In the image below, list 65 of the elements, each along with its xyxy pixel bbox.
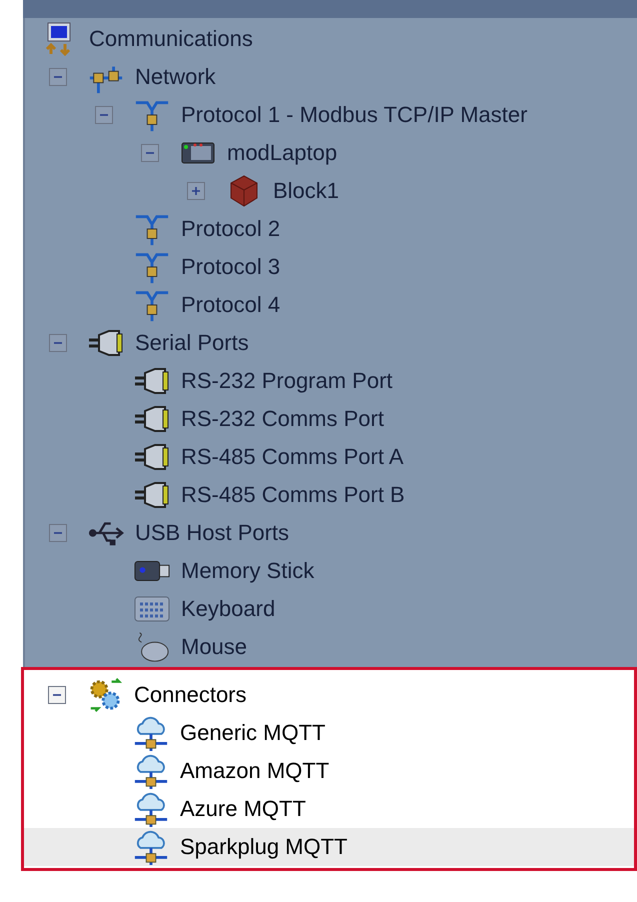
tree-item-label: Protocol 2 [181,215,280,243]
tree-item-label: modLaptop [227,139,338,167]
collapse-toggle[interactable] [49,334,67,352]
cube-icon [228,174,260,208]
cloud-network-icon [133,752,169,790]
collapse-toggle[interactable] [141,144,159,162]
tree-item-label: Memory Stick [181,557,314,585]
tree-row[interactable]: Protocol 3 [25,248,637,286]
tree-item-label: Protocol 4 [181,291,280,319]
tree-item-label: Sparkplug MQTT [180,833,348,861]
tree-row[interactable]: Protocol 1 - Modbus TCP/IP Master [25,96,637,134]
tree-row[interactable]: Protocol 4 [25,286,637,324]
tree-row[interactable]: Protocol 2 [25,210,637,248]
tree-item-label: RS-232 Program Port [181,367,393,395]
plus-icon [191,186,201,196]
tree-row[interactable]: Mouse [25,628,637,666]
usb-stick-icon [134,558,170,584]
serial-plug-icon [88,328,124,358]
tree-item-label: Protocol 3 [181,253,280,281]
tree-row[interactable]: Keyboard [25,590,637,628]
tree-row[interactable]: Connectors [24,676,634,714]
collapse-toggle[interactable] [48,686,66,704]
tree-row[interactable]: Memory Stick [25,552,637,590]
tree-item-label: Generic MQTT [180,719,326,747]
tree-row[interactable]: USB Host Ports [25,514,637,552]
tree-row[interactable]: RS-485 Comms Port A [25,438,637,476]
tree-row[interactable]: Network [25,58,637,96]
tree-item-label: Protocol 1 - Modbus TCP/IP Master [181,101,528,129]
cloud-network-icon [133,828,169,866]
tree-row[interactable]: Block1 [25,172,637,210]
tree-item-label: RS-232 Comms Port [181,405,384,433]
tree-row[interactable]: modLaptop [25,134,637,172]
tree-row[interactable]: Communications [25,20,637,58]
tree-item-label: RS-485 Comms Port A [181,443,404,471]
tree-item-label: Azure MQTT [180,795,306,823]
serial-plug-icon [134,442,170,472]
tree-item-label: Amazon MQTT [180,757,330,785]
tree-item-label: Network [135,63,216,91]
tree-row[interactable]: Azure MQTT [24,790,634,828]
tree-item-label: Communications [89,25,253,53]
collapse-toggle[interactable] [95,106,113,124]
tree-item-label: Connectors [134,681,247,709]
tree-row[interactable]: Serial Ports [25,324,637,362]
tree-row[interactable]: RS-232 Program Port [25,362,637,400]
keyboard-icon [134,595,170,623]
tree-item-label: Serial Ports [135,329,249,357]
cloud-network-icon [133,714,169,752]
tree-row[interactable]: Amazon MQTT [24,752,634,790]
tree-item-label: Keyboard [181,595,276,623]
tree-item-label: Block1 [273,177,340,205]
tree-row[interactable]: RS-485 Comms Port B [25,476,637,514]
collapse-toggle[interactable] [49,524,67,542]
tree-item-label: USB Host Ports [135,519,290,547]
tree-item-label: RS-485 Comms Port B [181,481,405,509]
selected-tree-row[interactable]: Sparkplug MQTT [24,828,634,866]
serial-plug-icon [134,404,170,434]
expand-toggle[interactable] [187,182,205,200]
serial-plug-icon [134,366,170,396]
serial-plug-icon [134,480,170,510]
tree-row[interactable]: Generic MQTT [24,714,634,752]
cloud-network-icon [133,790,169,828]
tree-item-label: Mouse [181,633,248,661]
tree-row[interactable]: RS-232 Comms Port [25,400,637,438]
device-rack-icon [181,140,215,166]
collapse-toggle[interactable] [49,68,67,86]
